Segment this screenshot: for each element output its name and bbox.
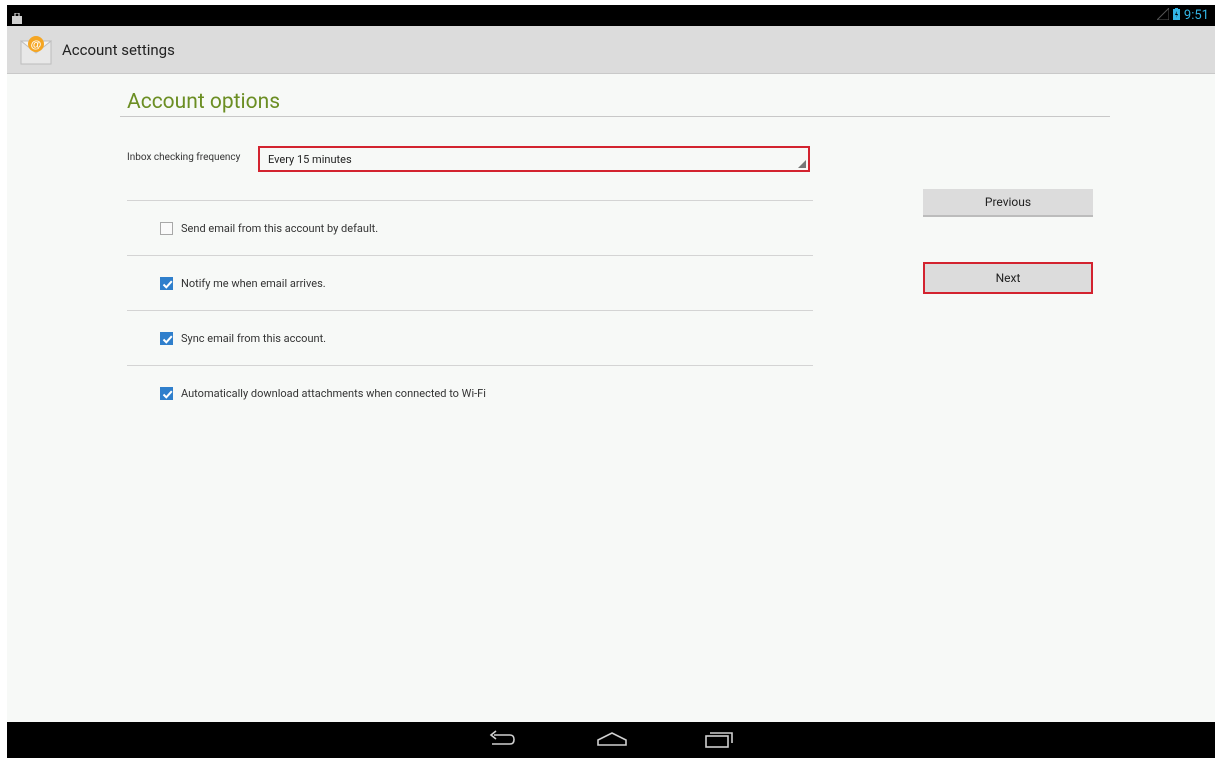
frequency-value: Every 15 minutes <box>268 153 352 166</box>
battery-icon <box>1172 7 1180 24</box>
back-icon[interactable] <box>486 730 516 754</box>
next-button[interactable]: Next <box>923 262 1093 294</box>
option-label: Notify me when email arrives. <box>181 276 326 290</box>
action-bar: @ Account settings <box>7 26 1215 74</box>
option-label: Send email from this account by default. <box>181 221 379 235</box>
option-label: Sync email from this account. <box>181 331 327 345</box>
divider <box>127 200 813 201</box>
option-label: Automatically download attachments when … <box>181 386 486 400</box>
status-right: 9:51 <box>1155 6 1209 24</box>
option-download-attachments[interactable]: Automatically download attachments when … <box>160 384 486 402</box>
checkbox-checked[interactable] <box>160 276 173 290</box>
signal-icon <box>1155 6 1170 24</box>
option-notify[interactable]: Notify me when email arrives. <box>160 274 326 292</box>
screen: 9:51 @ Account settings Account options … <box>7 5 1215 758</box>
checkbox-unchecked[interactable] <box>160 221 173 235</box>
svg-text:@: @ <box>31 39 42 51</box>
frequency-label: Inbox checking frequency <box>127 152 241 163</box>
divider <box>127 310 813 311</box>
recents-icon[interactable] <box>704 730 734 754</box>
checkbox-checked[interactable] <box>160 331 173 345</box>
option-send-default[interactable]: Send email from this account by default. <box>160 219 378 237</box>
home-icon[interactable] <box>596 730 628 754</box>
navigation-bar <box>7 722 1215 758</box>
app-title: Account settings <box>62 41 175 59</box>
status-time: 9:51 <box>1183 8 1209 23</box>
email-app-icon[interactable]: @ <box>19 35 53 69</box>
divider <box>127 365 813 366</box>
status-bar: 9:51 <box>7 5 1215 26</box>
frequency-spinner[interactable]: Every 15 minutes <box>258 146 810 172</box>
dropdown-corner-icon <box>798 160 806 168</box>
option-sync[interactable]: Sync email from this account. <box>160 329 326 347</box>
divider <box>127 255 813 256</box>
section-title: Account options <box>127 90 281 114</box>
section-divider <box>120 116 1110 117</box>
previous-button[interactable]: Previous <box>923 189 1093 217</box>
checkbox-checked[interactable] <box>160 386 173 400</box>
